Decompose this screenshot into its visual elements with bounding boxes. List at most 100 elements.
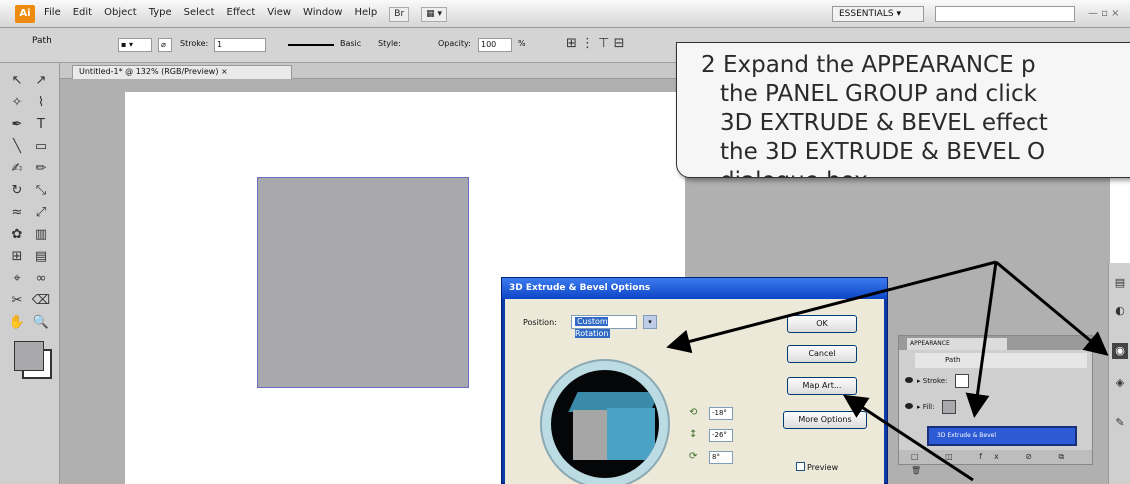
- window-controls[interactable]: — ▫ ×: [1088, 8, 1120, 19]
- bridge-icon[interactable]: Br: [389, 7, 410, 22]
- stroke-swatch[interactable]: ⌀: [158, 38, 172, 52]
- menu-file[interactable]: File: [44, 7, 61, 22]
- opacity-field[interactable]: 100: [478, 38, 512, 52]
- extrude-bevel-effect-row[interactable]: 3D Extrude & Bevel: [927, 426, 1077, 446]
- direct-selection-icon[interactable]: ↗: [30, 71, 52, 91]
- toolbox: ↖ ↗ ✧ ⌇ ✒ T ╲ ▭ ✍ ✏ ↻ ⤡ ≈ ⤢ ✿ ▥ ⊞ ▤ ⌖ ∞ ✂ ⌫ ✋ 🔍: [0, 63, 60, 484]
- instruction-callout: 2 Expand the APPEARANCE p the PANEL GROU…: [676, 42, 1130, 178]
- brushes-icon[interactable]: ✎: [1112, 415, 1128, 431]
- menu-object[interactable]: Object: [104, 7, 137, 22]
- type-icon[interactable]: T: [30, 115, 52, 135]
- menu-view[interactable]: View: [267, 7, 291, 22]
- appearance-panel: APPEARANCE Path ▸ Stroke: ▸ Fill: 3D Ext…: [898, 335, 1093, 475]
- scale-icon[interactable]: ⤡: [30, 181, 52, 201]
- zoom-icon[interactable]: 🔍: [30, 313, 52, 333]
- cube-front-face: [607, 408, 655, 460]
- align-icon[interactable]: ⊞ ⋮ ⊤ ⊟: [566, 36, 625, 51]
- z-axis-rotation-icon: ⟳: [689, 451, 698, 462]
- graph-icon[interactable]: ▥: [30, 225, 52, 245]
- y-axis-rotation-icon: ↕: [689, 429, 698, 440]
- pencil-icon[interactable]: ✏: [30, 159, 52, 179]
- blend-icon[interactable]: ∞: [30, 269, 52, 289]
- pen-icon[interactable]: ✒: [6, 115, 28, 135]
- appearance-tab[interactable]: APPEARANCE: [907, 338, 1007, 350]
- visibility-eye-icon[interactable]: [905, 403, 913, 409]
- menu-type[interactable]: Type: [149, 7, 172, 22]
- preview-label: Preview: [807, 463, 839, 472]
- selection-icon[interactable]: ↖: [6, 71, 28, 91]
- dialog-body: Position: Custom Rotation ▾ ⟲ -18° ↕ -26…: [505, 299, 884, 484]
- selected-rectangle[interactable]: [257, 177, 469, 388]
- stroke-row-swatch[interactable]: [955, 374, 970, 388]
- menu-edit[interactable]: Edit: [73, 7, 92, 22]
- rotation-track-cube[interactable]: [551, 370, 659, 478]
- search-input[interactable]: [935, 6, 1075, 22]
- cancel-button[interactable]: Cancel: [787, 345, 857, 363]
- visibility-eye-icon[interactable]: [905, 377, 913, 383]
- stroke-row-label: Stroke:: [922, 377, 948, 385]
- callout-line: the 3D EXTRUDE & BEVEL O: [720, 139, 1046, 165]
- fill-row-swatch[interactable]: [942, 400, 957, 414]
- hand-icon[interactable]: ✋: [6, 313, 28, 333]
- line-icon[interactable]: ╲: [6, 137, 28, 157]
- position-dropdown-icon[interactable]: ▾: [643, 315, 657, 329]
- position-value: Custom Rotation: [575, 317, 611, 338]
- z-rotation-field[interactable]: 8°: [709, 451, 733, 464]
- x-rotation-field[interactable]: -18°: [709, 407, 733, 420]
- y-rotation-field[interactable]: -26°: [709, 429, 733, 442]
- menu-effect[interactable]: Effect: [227, 7, 256, 22]
- stroke-weight-field[interactable]: 1: [214, 38, 266, 52]
- paintbrush-icon[interactable]: ✍: [6, 159, 28, 179]
- x-axis-rotation-icon: ⟲: [689, 407, 698, 418]
- appearance-path-label: Path: [915, 353, 1087, 368]
- ok-button[interactable]: OK: [787, 315, 857, 333]
- eyedropper-icon[interactable]: ⌖: [6, 269, 28, 289]
- arrange-documents-icon[interactable]: ▦ ▾: [421, 7, 448, 22]
- dialog-title[interactable]: 3D Extrude & Bevel Options: [502, 278, 887, 299]
- panel-dock: ▤ ◐ ◉ ◈ ✎: [1108, 263, 1130, 484]
- menu-help[interactable]: Help: [354, 7, 377, 22]
- lasso-icon[interactable]: ⌇: [30, 93, 52, 113]
- menu-select[interactable]: Select: [184, 7, 215, 22]
- preview-checkbox[interactable]: Preview: [796, 462, 838, 472]
- callout-line: 3D EXTRUDE & BEVEL effect: [720, 110, 1048, 136]
- graphic-styles-icon[interactable]: ◈: [1112, 375, 1128, 391]
- eraser-icon[interactable]: ⌫: [30, 291, 52, 311]
- callout-line: 2 Expand the APPEARANCE p: [701, 52, 1036, 78]
- layers-icon[interactable]: ▤: [1112, 275, 1128, 291]
- selection-type-label: Path: [32, 36, 52, 46]
- document-tab[interactable]: Untitled-1* @ 132% (RGB/Preview) ×: [72, 65, 292, 79]
- fill-row[interactable]: ▸ Fill:: [905, 398, 1081, 416]
- panel-header: APPEARANCE: [899, 336, 1092, 350]
- symbol-sprayer-icon[interactable]: ✿: [6, 225, 28, 245]
- opacity-unit: %: [518, 39, 526, 48]
- fill-row-label: Fill:: [922, 403, 935, 411]
- menu-window[interactable]: Window: [303, 7, 342, 22]
- callout-line: the PANEL GROUP and click: [720, 81, 1037, 107]
- rotate-icon[interactable]: ↻: [6, 181, 28, 201]
- workspace-label: ESSENTIALS: [839, 9, 894, 19]
- fill-swatch[interactable]: ▪ ▾: [118, 38, 152, 52]
- rectangle-icon[interactable]: ▭: [30, 137, 52, 157]
- map-art-button[interactable]: Map Art...: [787, 377, 857, 395]
- appearance-icon[interactable]: ◉: [1112, 343, 1128, 359]
- gradient-icon[interactable]: ▤: [30, 247, 52, 267]
- stroke-row[interactable]: ▸ Stroke:: [905, 372, 1081, 390]
- warp-icon[interactable]: ≈: [6, 203, 28, 223]
- style-label: Style:: [378, 39, 401, 48]
- color-icon[interactable]: ◐: [1112, 303, 1128, 319]
- magic-wand-icon[interactable]: ✧: [6, 93, 28, 113]
- workspace-switcher[interactable]: ESSENTIALS ▾: [832, 6, 924, 22]
- mesh-icon[interactable]: ⊞: [6, 247, 28, 267]
- opacity-label: Opacity:: [438, 39, 471, 48]
- position-select[interactable]: Custom Rotation: [571, 315, 637, 338]
- checkbox-icon[interactable]: [796, 462, 805, 471]
- more-options-button[interactable]: More Options: [783, 411, 867, 429]
- stroke-profile-label[interactable]: Basic: [340, 39, 361, 48]
- extrude-bevel-dialog: 3D Extrude & Bevel Options Position: Cus…: [501, 277, 888, 484]
- slice-icon[interactable]: ✂: [6, 291, 28, 311]
- panel-footer-icons[interactable]: □ ◫ fx ⊘ ⧉ 🗑: [899, 450, 1092, 475]
- free-transform-icon[interactable]: ⤢: [30, 203, 52, 223]
- main-menu: File Edit Object Type Select Effect View…: [44, 7, 448, 22]
- fill-stroke-swatches[interactable]: [14, 341, 44, 371]
